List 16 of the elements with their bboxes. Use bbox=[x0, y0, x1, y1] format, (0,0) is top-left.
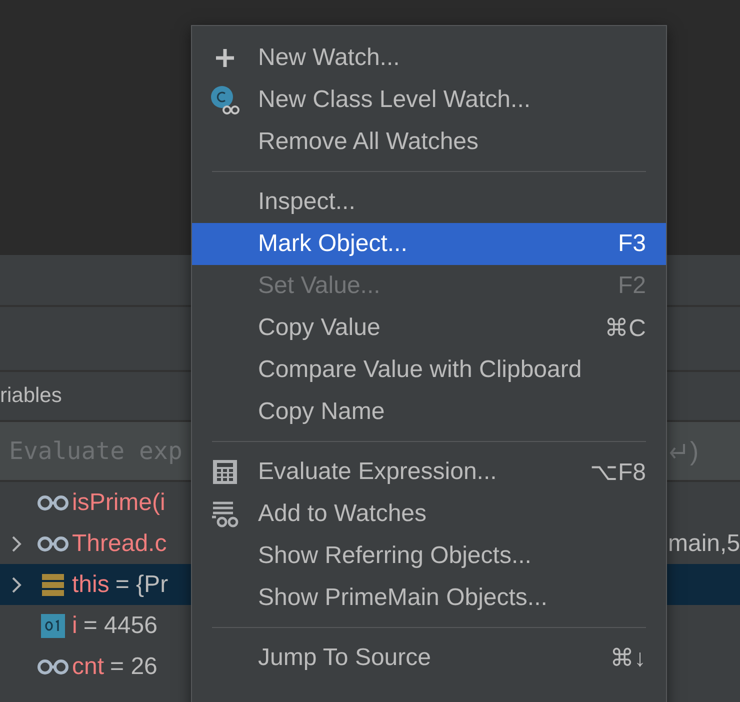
shortcut-label: F2 bbox=[618, 272, 646, 300]
variable-value: = {Pr bbox=[115, 570, 168, 598]
variable-name: cnt bbox=[72, 652, 104, 680]
variable-name: isPrime(i bbox=[72, 488, 166, 516]
variable-value: main,5 bbox=[668, 530, 740, 558]
variable-name: this bbox=[72, 570, 110, 598]
shortcut-label: ⌥F8 bbox=[590, 458, 646, 486]
panel-title: riables bbox=[0, 384, 62, 408]
variable-value: = 4456 bbox=[83, 612, 158, 640]
shortcut-label: F3 bbox=[618, 230, 646, 258]
variable-value: = 26 bbox=[110, 652, 158, 680]
shortcut-hint: ) bbox=[690, 436, 699, 466]
variable-name: Thread.c bbox=[72, 530, 167, 558]
variable-name: i bbox=[72, 612, 78, 640]
shortcut-label: ⌘↓ bbox=[610, 644, 646, 672]
shortcut-label: ⌘C bbox=[604, 314, 646, 342]
